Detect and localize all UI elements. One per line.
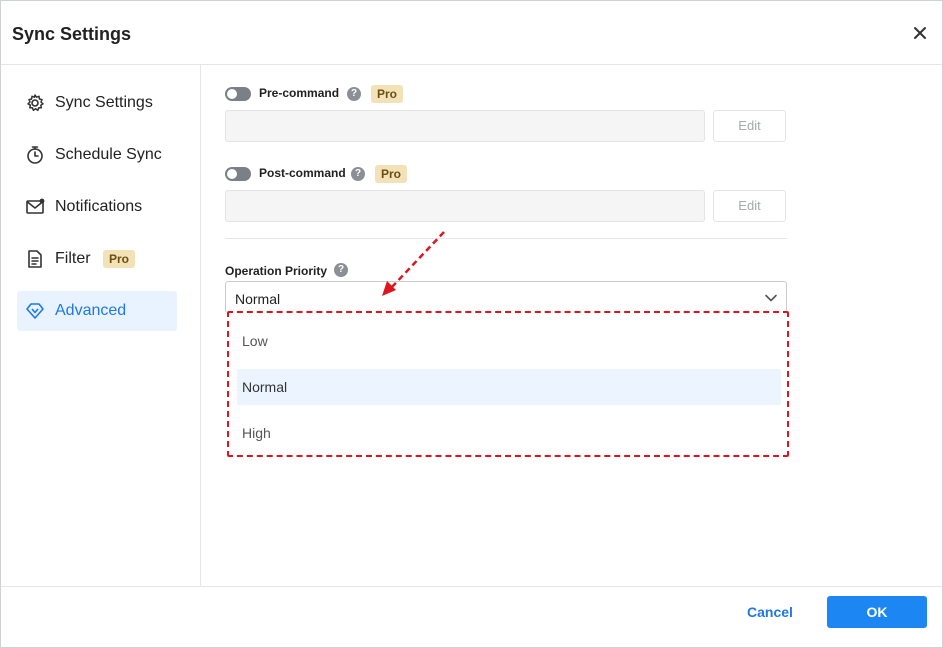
close-icon (914, 27, 926, 39)
select-value: Normal (235, 291, 281, 307)
sidebar-item-advanced[interactable]: Advanced (17, 291, 177, 331)
section-divider (225, 238, 787, 239)
post-command-input[interactable] (225, 190, 705, 222)
timer-icon (25, 145, 45, 165)
dialog-title: Sync Settings (12, 24, 132, 44)
operation-priority-label: Operation Priority (225, 264, 328, 278)
post-command-toggle[interactable] (225, 167, 251, 181)
sidebar-item-label: Notifications (55, 198, 143, 215)
help-icon[interactable]: ? (347, 87, 361, 101)
gear-icon (25, 93, 45, 113)
priority-dropdown-list: Low Normal High (227, 311, 789, 457)
post-command-edit-button[interactable]: Edit (713, 190, 786, 222)
chevron-down-icon (765, 294, 777, 302)
cancel-button[interactable]: Cancel (729, 597, 811, 627)
sidebar-item-label: Filter (55, 250, 91, 267)
sidebar-item-label: Schedule Sync (55, 146, 162, 163)
pre-command-label: Pre-command (259, 86, 340, 100)
option-high[interactable]: High (237, 415, 781, 451)
pro-badge: Pro (103, 250, 136, 268)
pro-badge: Pro (375, 165, 408, 183)
sidebar-item-label: Sync Settings (55, 94, 153, 111)
post-command-row: Post-command ? Pro (225, 165, 525, 185)
help-icon[interactable]: ? (334, 263, 348, 277)
sidebar-item-filter[interactable]: Filter Pro (17, 239, 177, 279)
sidebar-item-sync-settings[interactable]: Sync Settings (17, 83, 177, 123)
title-bar: Sync Settings (1, 1, 942, 65)
sync-settings-dialog: Sync Settings Sync Settings Schedule Syn… (0, 0, 943, 648)
diamond-icon (25, 301, 45, 321)
dialog-footer: Cancel OK (1, 586, 942, 647)
advanced-panel: Pre-command ? Pro Edit Post-command ? Pr… (202, 65, 942, 586)
pro-badge: Pro (371, 85, 404, 103)
sidebar-item-label: Advanced (55, 302, 127, 319)
sidebar: Sync Settings Schedule Sync Notification… (1, 65, 201, 586)
pre-command-row: Pre-command ? Pro (225, 85, 525, 105)
sidebar-item-notifications[interactable]: Notifications (17, 187, 177, 227)
pre-command-edit-button[interactable]: Edit (713, 110, 786, 142)
operation-priority-select[interactable]: Normal (225, 281, 787, 313)
option-low[interactable]: Low (237, 323, 781, 359)
envelope-icon (25, 197, 45, 217)
help-icon[interactable]: ? (351, 167, 365, 181)
sidebar-item-schedule-sync[interactable]: Schedule Sync (17, 135, 177, 175)
option-normal[interactable]: Normal (237, 369, 781, 405)
pre-command-toggle[interactable] (225, 87, 251, 101)
document-filter-icon (25, 249, 45, 269)
post-command-label: Post-command (259, 166, 346, 180)
ok-button[interactable]: OK (827, 596, 927, 628)
close-button[interactable] (910, 23, 930, 43)
pre-command-input[interactable] (225, 110, 705, 142)
